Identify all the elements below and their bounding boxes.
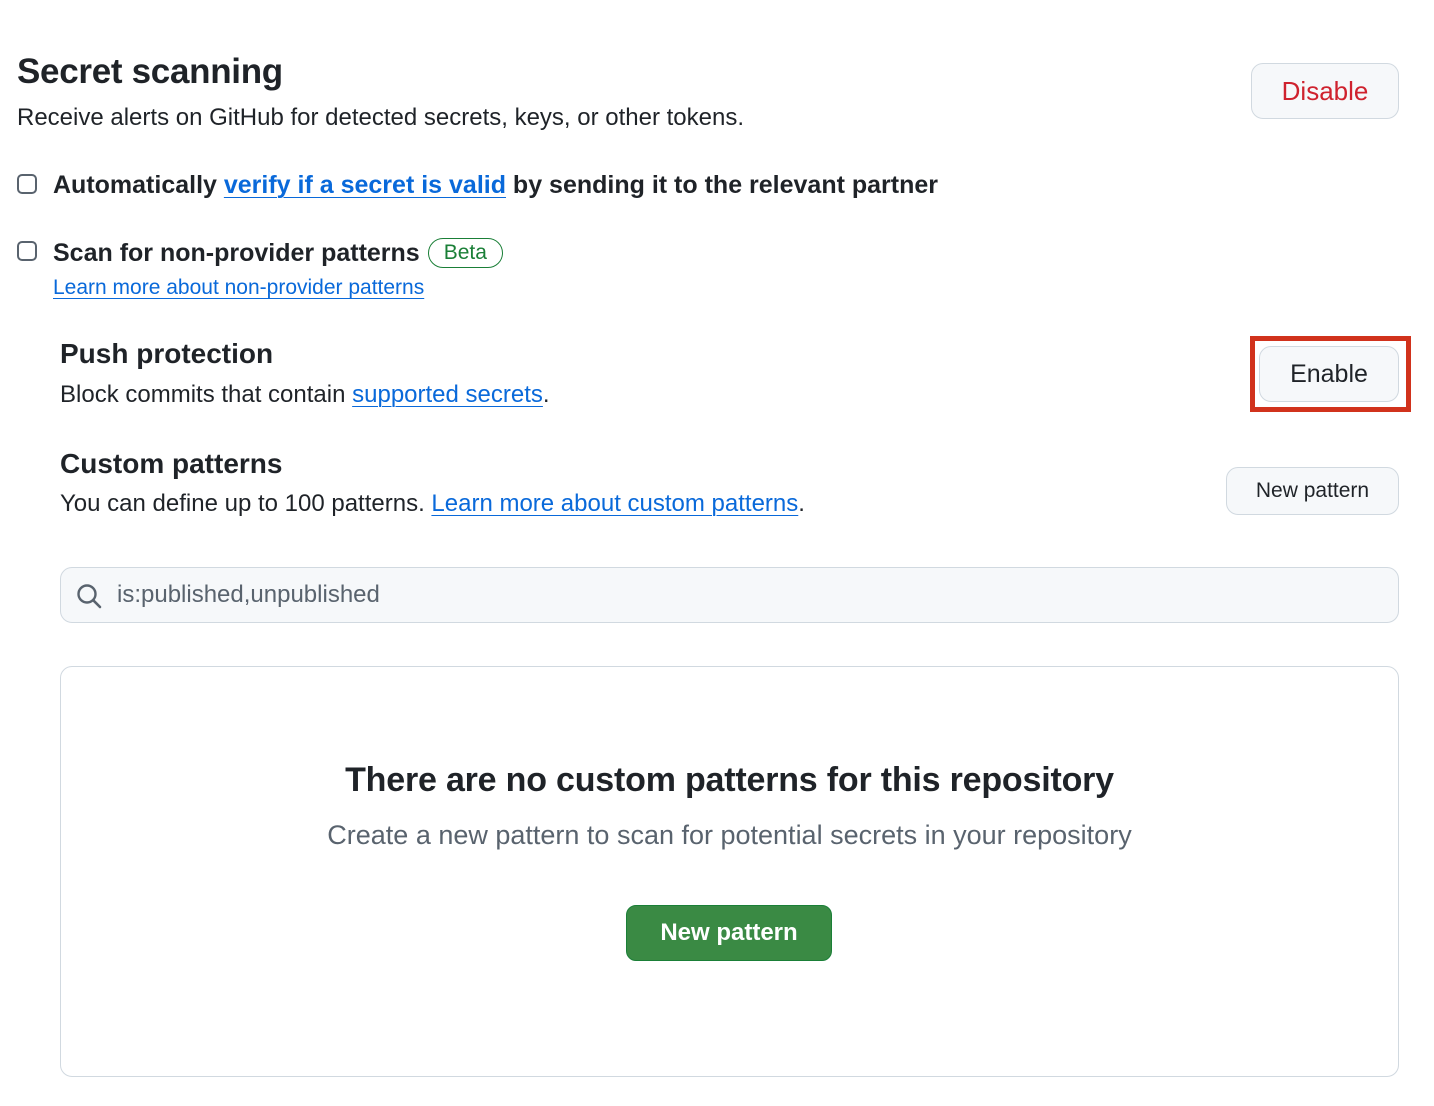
section-title: Secret scanning bbox=[17, 52, 283, 91]
push-protection-title: Push protection bbox=[60, 338, 274, 369]
non-provider-patterns-label: Scan for non-provider patterns Beta bbox=[53, 238, 503, 268]
push-desc-prefix: Block commits that contain bbox=[60, 381, 353, 408]
pattern-search-input[interactable] bbox=[117, 568, 1377, 622]
new-pattern-primary-button[interactable]: New pattern bbox=[626, 905, 832, 961]
pattern-search-box[interactable] bbox=[60, 567, 1399, 623]
push-protection-description: Block commits that contain supported sec… bbox=[60, 381, 550, 409]
learn-more-custom-patterns-link[interactable]: Learn more about custom patterns bbox=[431, 490, 798, 517]
verify-suffix: by sending it to the relevant partner bbox=[505, 171, 939, 199]
non-provider-patterns-checkbox[interactable] bbox=[17, 241, 37, 261]
verify-prefix: Automatically bbox=[53, 171, 224, 199]
custom-desc-suffix: . bbox=[798, 490, 805, 517]
disable-button[interactable]: Disable bbox=[1251, 63, 1399, 119]
verify-secret-link[interactable]: verify if a secret is valid bbox=[224, 171, 506, 199]
learn-more-non-provider-link[interactable]: Learn more about non-provider patterns bbox=[53, 276, 424, 300]
supported-secrets-link[interactable]: supported secrets bbox=[352, 381, 543, 408]
verify-secrets-checkbox[interactable] bbox=[17, 174, 37, 194]
search-icon bbox=[77, 584, 102, 609]
custom-patterns-description: You can define up to 100 patterns. Learn… bbox=[60, 490, 805, 518]
empty-state-panel: There are no custom patterns for this re… bbox=[60, 666, 1399, 1077]
beta-badge: Beta bbox=[427, 238, 503, 268]
new-pattern-button[interactable]: New pattern bbox=[1226, 467, 1399, 515]
custom-desc-prefix: You can define up to 100 patterns. bbox=[60, 490, 432, 517]
non-provider-label-text: Scan for non-provider patterns bbox=[53, 238, 420, 267]
custom-patterns-title: Custom patterns bbox=[60, 448, 283, 479]
section-description: Receive alerts on GitHub for detected se… bbox=[17, 104, 745, 131]
push-desc-suffix: . bbox=[542, 381, 550, 408]
empty-state-title: There are no custom patterns for this re… bbox=[345, 761, 1114, 799]
empty-state-description: Create a new pattern to scan for potenti… bbox=[327, 820, 1132, 850]
verify-secrets-label: Automatically verify if a secret is vali… bbox=[53, 171, 938, 200]
enable-push-protection-button[interactable]: Enable bbox=[1259, 346, 1399, 402]
